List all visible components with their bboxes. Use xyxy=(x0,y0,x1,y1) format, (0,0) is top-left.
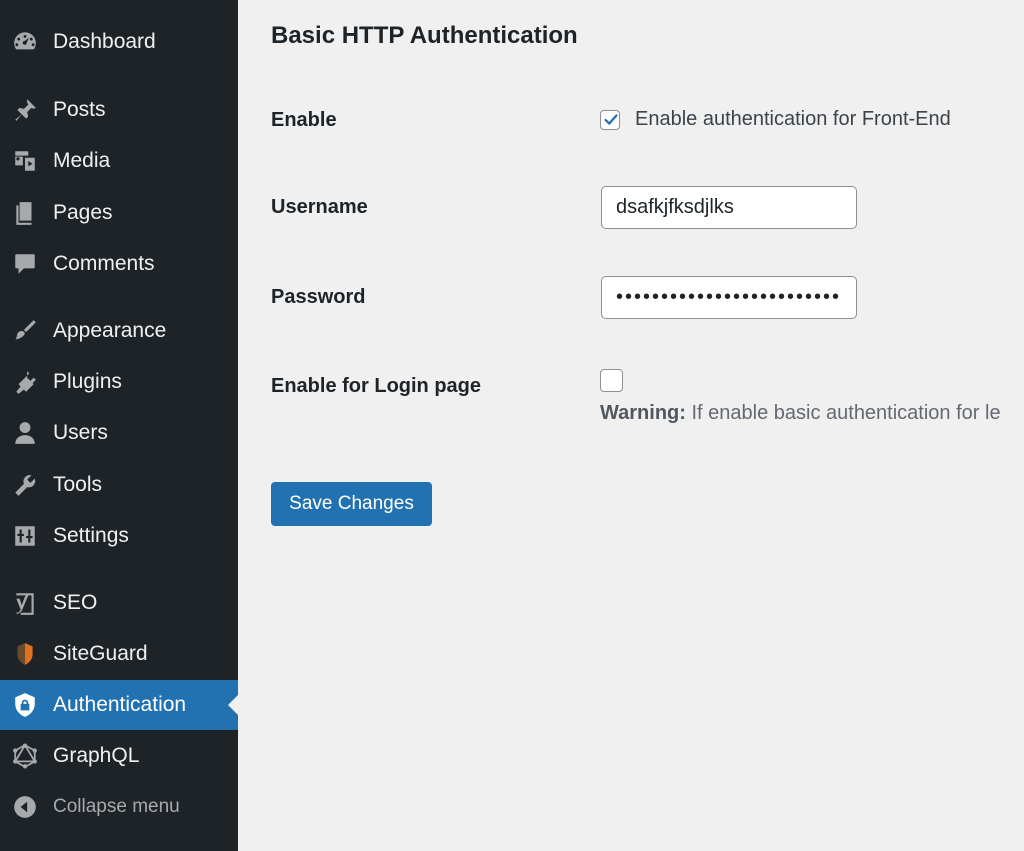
username-label: Username xyxy=(271,196,368,218)
sidebar-item-authentication[interactable]: Authentication xyxy=(0,680,238,730)
collapse-menu-label: Collapse menu xyxy=(53,796,180,817)
media-icon xyxy=(11,147,39,175)
settings-main: Basic HTTP Authentication Enable Enable … xyxy=(271,0,1024,851)
password-label: Password xyxy=(271,286,366,308)
pushpin-icon xyxy=(11,96,39,124)
sidebar-item-appearance[interactable]: Appearance xyxy=(0,306,238,356)
sidebar-item-label: SiteGuard xyxy=(53,642,148,665)
enable-frontend-label[interactable]: Enable authentication for Front-End xyxy=(635,108,951,131)
login-page-label: Enable for Login page xyxy=(271,375,482,397)
page-title: Basic HTTP Authentication xyxy=(271,22,578,49)
sidebar-item-label: Appearance xyxy=(53,319,167,342)
sidebar-item-label: Tools xyxy=(53,473,103,496)
login-page-warning: Warning: If enable basic authentication … xyxy=(600,402,1001,425)
sidebar-item-label: Pages xyxy=(53,201,113,224)
sidebar-item-label: GraphQL xyxy=(53,744,140,767)
siteguard-shield-icon xyxy=(11,640,39,668)
warning-text: If enable basic authentication for le xyxy=(685,402,1001,424)
enable-label: Enable xyxy=(271,109,337,131)
checkmark-icon xyxy=(604,114,618,125)
sidebar-item-users[interactable]: Users xyxy=(0,408,238,458)
graphql-icon xyxy=(11,742,39,770)
sidebar-item-media[interactable]: Media xyxy=(0,136,238,186)
settings-icon xyxy=(11,522,39,550)
sidebar-item-dashboard[interactable]: Dashboard xyxy=(0,17,238,67)
sidebar-item-tools[interactable]: Tools xyxy=(0,460,238,510)
save-changes-button[interactable]: Save Changes xyxy=(271,482,432,526)
yoast-icon xyxy=(11,589,39,617)
shield-lock-icon xyxy=(11,691,39,719)
dashboard-icon xyxy=(11,28,39,56)
plugin-icon xyxy=(11,368,39,396)
comment-icon xyxy=(11,250,39,278)
sidebar-item-label: Comments xyxy=(53,252,155,275)
password-input[interactable]: ••••••••••••••••••••••••• xyxy=(601,276,857,319)
pages-icon xyxy=(11,199,39,227)
paintbrush-icon xyxy=(11,317,39,345)
enable-login-page-checkbox[interactable] xyxy=(600,369,623,392)
sidebar-item-label: Plugins xyxy=(53,370,122,393)
sidebar-item-label: Posts xyxy=(53,98,106,121)
sidebar-item-seo[interactable]: SEO xyxy=(0,578,238,628)
admin-sidebar: Dashboard Posts Media Pages Comments App… xyxy=(0,0,238,851)
password-mask: ••••••••••••••••••••••••• xyxy=(616,286,842,308)
username-input[interactable]: dsafkjfksdjlks xyxy=(601,186,857,229)
sidebar-item-graphql[interactable]: GraphQL xyxy=(0,731,238,781)
sidebar-item-pages[interactable]: Pages xyxy=(0,188,238,238)
collapse-arrow-icon xyxy=(11,793,39,821)
sidebar-item-label: Authentication xyxy=(53,693,187,716)
wrench-icon xyxy=(11,471,39,499)
enable-frontend-checkbox[interactable] xyxy=(600,110,620,130)
sidebar-item-label: Media xyxy=(53,149,111,172)
sidebar-item-posts[interactable]: Posts xyxy=(0,85,238,135)
sidebar-item-label: Dashboard xyxy=(53,30,156,53)
sidebar-item-settings[interactable]: Settings xyxy=(0,511,238,561)
sidebar-item-comments[interactable]: Comments xyxy=(0,239,238,289)
sidebar-item-plugins[interactable]: Plugins xyxy=(0,357,238,407)
sidebar-item-label: Users xyxy=(53,421,108,444)
sidebar-item-siteguard[interactable]: SiteGuard xyxy=(0,629,238,679)
user-icon xyxy=(11,419,39,447)
collapse-menu-button[interactable]: Collapse menu xyxy=(0,782,238,832)
sidebar-item-label: SEO xyxy=(53,591,98,614)
warning-prefix: Warning: xyxy=(600,402,686,424)
sidebar-item-label: Settings xyxy=(53,524,129,547)
